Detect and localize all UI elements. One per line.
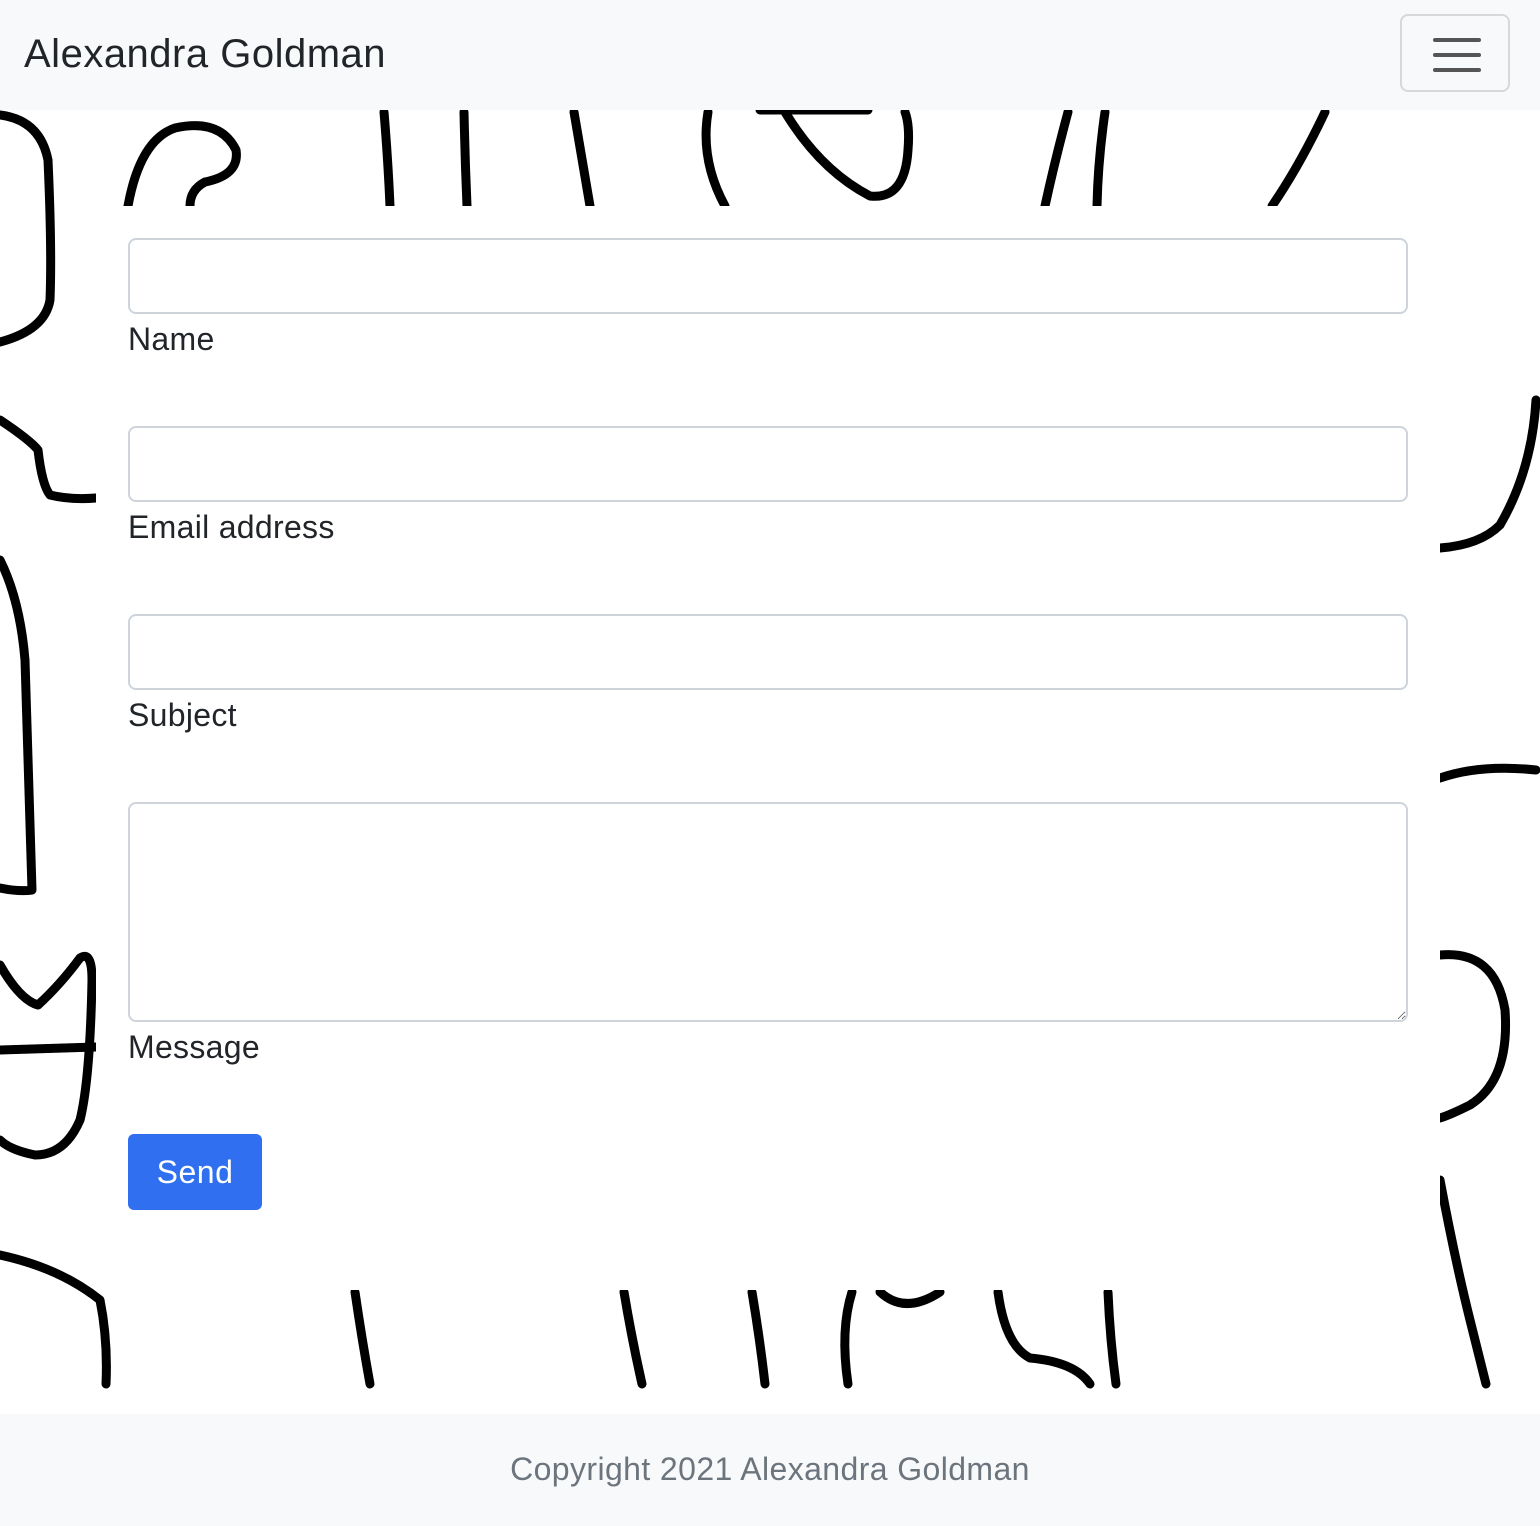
top-navbar: Alexandra Goldman [0,0,1540,110]
message-label: Message [128,1029,260,1065]
name-label: Name [128,321,215,357]
name-input[interactable] [128,238,1408,314]
email-field-group: Email address [128,426,1408,548]
subject-field-group: Subject [128,614,1408,736]
subject-label: Subject [128,697,237,733]
navbar-toggle-button[interactable] [1400,14,1510,92]
contact-form: Name Email address Subject Message Send [96,206,1440,1290]
message-textarea[interactable] [128,802,1408,1022]
name-field-group: Name [128,238,1408,360]
subject-input[interactable] [128,614,1408,690]
message-field-group: Message [128,802,1408,1068]
email-input[interactable] [128,426,1408,502]
email-label: Email address [128,509,335,545]
hamburger-menu-icon [1433,38,1481,72]
hamburger-line [1433,68,1481,72]
page-footer: Copyright 2021 Alexandra Goldman [0,1414,1540,1526]
hamburger-line [1433,53,1481,57]
site-brand-link[interactable]: Alexandra Goldman [24,26,386,82]
copyright-text: Copyright 2021 Alexandra Goldman [510,1451,1030,1487]
contact-page: Alexandra Goldman Name Email address Sub… [0,0,1540,1526]
send-button[interactable]: Send [128,1134,262,1210]
hamburger-line [1433,38,1481,42]
